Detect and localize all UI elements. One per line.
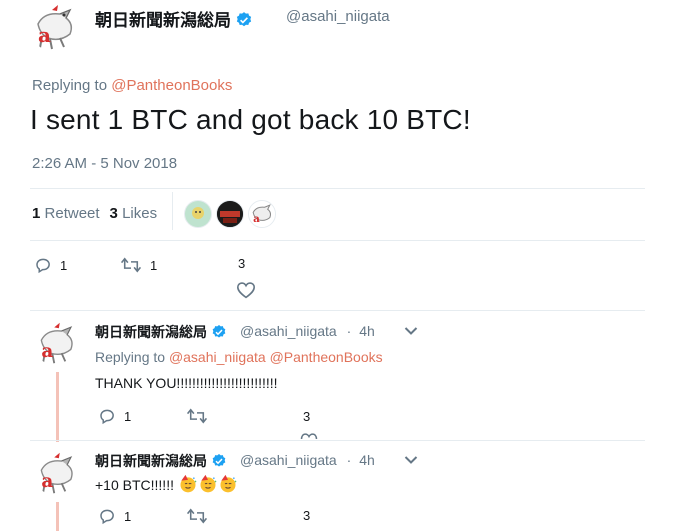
divider <box>30 240 645 241</box>
reply-2-like-count: 3 <box>303 508 311 523</box>
thread-line <box>56 372 59 442</box>
reply-1-display-name[interactable]: 朝日新聞新潟総局 <box>95 322 227 342</box>
main-reply-action[interactable]: 1 <box>34 256 67 274</box>
reply-2-text: +10 BTC!!!!!! <box>95 477 174 493</box>
reply-2-reply-action[interactable]: 1 <box>98 507 131 525</box>
main-tweet-handle[interactable]: @asahi_niigata <box>286 8 390 25</box>
liker-avatar-3[interactable]: a <box>248 200 276 228</box>
main-tweet-timestamp[interactable]: 2:26 AM - 5 Nov 2018 <box>32 155 177 172</box>
divider <box>30 310 645 311</box>
reply-1-avatar[interactable]: a <box>34 320 80 366</box>
reply-2-handle[interactable]: @asahi_niigata <box>240 452 337 468</box>
replying-to-link[interactable]: @PantheonBooks <box>111 77 232 94</box>
meta-dot: · <box>346 452 352 468</box>
display-name-text[interactable]: 朝日新聞新潟総局 <box>95 11 231 31</box>
like-stat[interactable]: 3 Likes <box>110 205 158 222</box>
reply-2-meta: @asahi_niigata · 4h <box>240 452 375 468</box>
main-like-count: 3 <box>238 256 246 271</box>
reply-2-time[interactable]: 4h <box>359 452 375 468</box>
svg-text:a: a <box>38 23 51 47</box>
like-stat-label: Likes <box>122 205 158 222</box>
reply-2-text-line: +10 BTC!!!!!! <box>95 474 238 494</box>
chevron-down-icon[interactable] <box>404 455 418 465</box>
reply-icon <box>100 509 114 525</box>
verified-badge-icon <box>212 325 226 338</box>
engagement-stats: 1 Retweet 3 Likes <box>32 205 157 222</box>
reply-2-reply-count: 1 <box>124 508 132 524</box>
bird-logo-icon: a <box>30 2 80 52</box>
reply-icon <box>36 258 50 274</box>
stats-separator <box>172 192 173 230</box>
replying-prefix: Replying to <box>95 349 169 365</box>
chevron-down-icon[interactable] <box>404 326 418 336</box>
reply-1-like-count: 3 <box>303 409 311 424</box>
reply-1-reply-action[interactable]: 1 <box>98 407 131 425</box>
reply-2-display-name[interactable]: 朝日新聞新潟総局 <box>95 451 227 471</box>
reply-1-handle[interactable]: @asahi_niigata <box>240 323 337 339</box>
reply-1-retweet-action[interactable] <box>186 407 208 425</box>
liker-avatar-1-icon <box>185 201 211 227</box>
bird-logo-icon: a <box>34 450 80 496</box>
reply-1-replying-to: Replying to @asahi_niigata @PantheonBook… <box>95 349 383 365</box>
heart-icon <box>236 282 256 299</box>
partying-face-emoji <box>200 474 217 493</box>
divider <box>30 440 645 441</box>
verified-badge-icon <box>236 12 252 27</box>
replying-to-link[interactable]: @asahi_niigata <box>169 349 266 365</box>
main-retweet-action[interactable]: 1 <box>120 256 157 274</box>
replying-to-link[interactable]: @PantheonBooks <box>270 349 383 365</box>
reply-1-reply-count: 1 <box>124 408 132 424</box>
heart-icon[interactable] <box>300 432 318 440</box>
verified-badge-icon <box>212 454 226 467</box>
retweet-stat-label: Retweet <box>44 205 100 222</box>
svg-text:a: a <box>41 471 53 492</box>
retweet-stat[interactable]: 1 Retweet <box>32 205 100 222</box>
bird-logo-icon: a <box>34 320 80 366</box>
reply-2-retweet-action[interactable] <box>186 507 208 525</box>
thread-line <box>56 502 59 531</box>
liker-avatar-2-icon <box>217 201 243 227</box>
liker-avatar-2[interactable] <box>216 200 244 228</box>
svg-text:a: a <box>41 341 53 362</box>
main-tweet-avatar[interactable]: a <box>30 2 80 52</box>
reply-icon <box>100 409 114 425</box>
svg-text:a: a <box>253 213 260 225</box>
display-name-text[interactable]: 朝日新聞新潟総局 <box>95 325 207 341</box>
main-tweet-replying-to: Replying to @PantheonBooks <box>32 77 232 94</box>
reply-1-text: THANK YOU!!!!!!!!!!!!!!!!!!!!!!!!!! <box>95 375 278 391</box>
reply-2-avatar[interactable]: a <box>34 450 80 496</box>
retweet-icon <box>186 408 208 424</box>
display-name-text[interactable]: 朝日新聞新潟総局 <box>95 454 207 470</box>
replying-prefix: Replying to <box>32 77 112 94</box>
main-like-action[interactable] <box>236 281 256 299</box>
partying-face-emoji <box>180 474 197 493</box>
like-stat-count: 3 <box>109 205 118 222</box>
liker-avatar-1[interactable] <box>184 200 212 228</box>
main-tweet-text: I sent 1 BTC and got back 10 BTC! <box>30 104 471 135</box>
meta-dot: · <box>346 323 352 339</box>
main-retweet-count: 1 <box>150 257 158 273</box>
divider <box>30 188 645 189</box>
reply-1-time[interactable]: 4h <box>359 323 375 339</box>
liker-avatar-3-icon: a <box>249 201 275 227</box>
retweet-icon <box>120 257 142 273</box>
main-reply-count: 1 <box>60 257 68 273</box>
partying-face-emoji <box>220 474 237 493</box>
retweet-icon <box>186 508 208 524</box>
main-tweet-display-name[interactable]: 朝日新聞新潟総局 <box>95 6 253 31</box>
reply-1-meta: @asahi_niigata · 4h <box>240 323 375 339</box>
tweet-page: a 朝日新聞新潟総局 @asahi_niigata Replying to @P… <box>0 0 680 531</box>
retweet-stat-count: 1 <box>32 205 41 222</box>
